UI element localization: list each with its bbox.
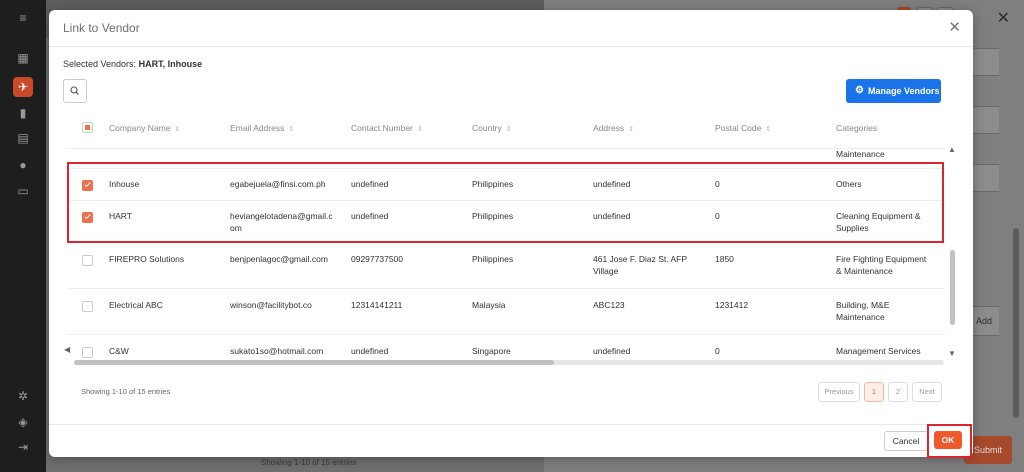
- app-sidebar: ≡ ▦ ✈ ▮ ▤ ● ▭ ✲ ◈ ⇥: [0, 0, 46, 472]
- scroll-up-arrow-icon[interactable]: ▲: [948, 145, 956, 154]
- selected-vendors: Selected Vendors: HART, Inhouse: [63, 59, 202, 69]
- sort-icon: ⇕: [505, 126, 512, 133]
- cell-category: Fire Fighting Equipment & Maintenance: [836, 254, 927, 276]
- sort-icon: ⇕: [288, 126, 295, 133]
- next-page-button[interactable]: Next: [912, 382, 942, 402]
- modal-footer-divider: [49, 424, 973, 425]
- cell-category: Maintenance: [836, 149, 885, 159]
- sort-icon: ⇕: [628, 126, 635, 133]
- gear-icon: ⚙: [855, 85, 864, 96]
- cell-category: Management Services: [836, 346, 921, 356]
- selected-vendors-value: HART, Inhouse: [138, 59, 203, 69]
- modal-title: Link to Vendor: [63, 21, 140, 35]
- chart-icon[interactable]: ▮: [13, 103, 33, 123]
- scroll-left-arrow-icon[interactable]: ◀: [64, 345, 70, 354]
- page-2-button[interactable]: 2: [888, 382, 908, 402]
- horizontal-scrollbar[interactable]: [74, 360, 944, 365]
- header-email[interactable]: Email Address ⇕: [230, 122, 294, 136]
- cell-contact: 12314141211: [351, 300, 403, 310]
- cell-email: winson@facilitybot.co: [230, 300, 312, 310]
- cell-address: ABC123: [593, 300, 625, 310]
- background-field[interactable]: [972, 106, 999, 134]
- box-icon[interactable]: ◈: [13, 412, 33, 432]
- cell-contact: 09297737500: [351, 254, 404, 264]
- search-button[interactable]: [63, 79, 87, 103]
- cell-country: Singapore: [472, 346, 511, 356]
- cell-category: Building, M&E Maintenance: [836, 300, 890, 322]
- select-all-checkbox[interactable]: [82, 122, 93, 133]
- chat-icon[interactable]: ●: [13, 155, 33, 175]
- cell-address: 461 Jose F. Diaz St. AFP Village: [593, 254, 687, 276]
- sort-icon: ⇕: [416, 126, 423, 133]
- manage-vendors-button[interactable]: ⚙ Manage Vendors: [846, 79, 941, 103]
- documents-icon[interactable]: ▭: [13, 181, 33, 201]
- background-field[interactable]: [972, 164, 999, 192]
- background-scrollbar[interactable]: [1013, 228, 1019, 418]
- manage-vendors-label: Manage Vendors: [868, 86, 940, 96]
- ok-button-highlight: [927, 424, 972, 458]
- cell-postal: 1850: [715, 254, 734, 264]
- search-icon: [70, 86, 79, 95]
- settings-icon[interactable]: ✲: [13, 386, 33, 406]
- selected-vendors-label: Selected Vendors:: [63, 59, 137, 69]
- header-categories[interactable]: Categories: [836, 122, 877, 134]
- header-country[interactable]: Country ⇕: [472, 122, 512, 136]
- cell-address: undefined: [593, 346, 631, 356]
- cell-postal: 1231412: [715, 300, 749, 310]
- cell-postal: 0: [715, 346, 720, 356]
- cancel-button[interactable]: Cancel: [884, 431, 928, 451]
- table-header-row: Company Name ⇕ Email Address ⇕ Contact Num…: [67, 116, 945, 149]
- analytics-icon[interactable]: ▤: [13, 128, 33, 148]
- table-row[interactable]: Electrical ABC winson@facilitybot.co 123…: [67, 288, 945, 335]
- table-row[interactable]: C&W sukato1so@hotmail.com undefined Sing…: [67, 334, 945, 360]
- page-1-button[interactable]: 1: [864, 382, 884, 402]
- background-field[interactable]: [972, 48, 999, 76]
- sort-icon: ⇕: [174, 126, 181, 133]
- cell-email: sukato1so@hotmail.com: [230, 346, 324, 356]
- cell-country: Malaysia: [472, 300, 506, 310]
- logout-icon[interactable]: ⇥: [13, 437, 33, 457]
- cell-country: Philippines: [472, 254, 514, 264]
- scroll-down-arrow-icon[interactable]: ▼: [948, 349, 956, 358]
- header-postal[interactable]: Postal Code ⇕: [715, 122, 771, 136]
- header-contact[interactable]: Contact Number ⇕: [351, 122, 423, 136]
- dashboard-icon[interactable]: ▦: [13, 48, 33, 68]
- cell-email: benjpenlagoc@gmail.com: [230, 254, 328, 264]
- row-checkbox[interactable]: [82, 301, 93, 312]
- sort-icon: ⇕: [765, 126, 772, 133]
- header-address[interactable]: Address ⇕: [593, 122, 634, 136]
- cell-company: Electrical ABC: [109, 300, 163, 310]
- modal-close-icon[interactable]: ✕: [948, 18, 961, 36]
- side-panel-close-icon[interactable]: ✕: [997, 8, 1010, 28]
- table-row[interactable]: FIREPRO Solutions benjpenlagoc@gmail.com…: [67, 242, 945, 289]
- modal-header: Link to Vendor ✕: [49, 10, 973, 47]
- showing-entries-text: Showing 1-10 of 15 entries: [81, 387, 171, 396]
- cell-company: C&W: [109, 346, 129, 356]
- vertical-scrollbar-thumb[interactable]: [950, 250, 955, 325]
- menu-icon[interactable]: ≡: [13, 8, 33, 28]
- row-checkbox[interactable]: [82, 347, 93, 358]
- previous-page-button[interactable]: Previous: [818, 382, 860, 402]
- selected-rows-highlight: [67, 162, 944, 243]
- row-checkbox[interactable]: [82, 255, 93, 266]
- header-company-name[interactable]: Company Name ⇕: [109, 122, 180, 136]
- cell-contact: undefined: [351, 346, 389, 356]
- horizontal-scrollbar-thumb[interactable]: [74, 360, 554, 365]
- cell-company: FIREPRO Solutions: [109, 254, 185, 264]
- background-showing-text: Showing 1-10 of 15 entries: [261, 458, 357, 467]
- vendor-nav-icon[interactable]: ✈: [13, 77, 33, 97]
